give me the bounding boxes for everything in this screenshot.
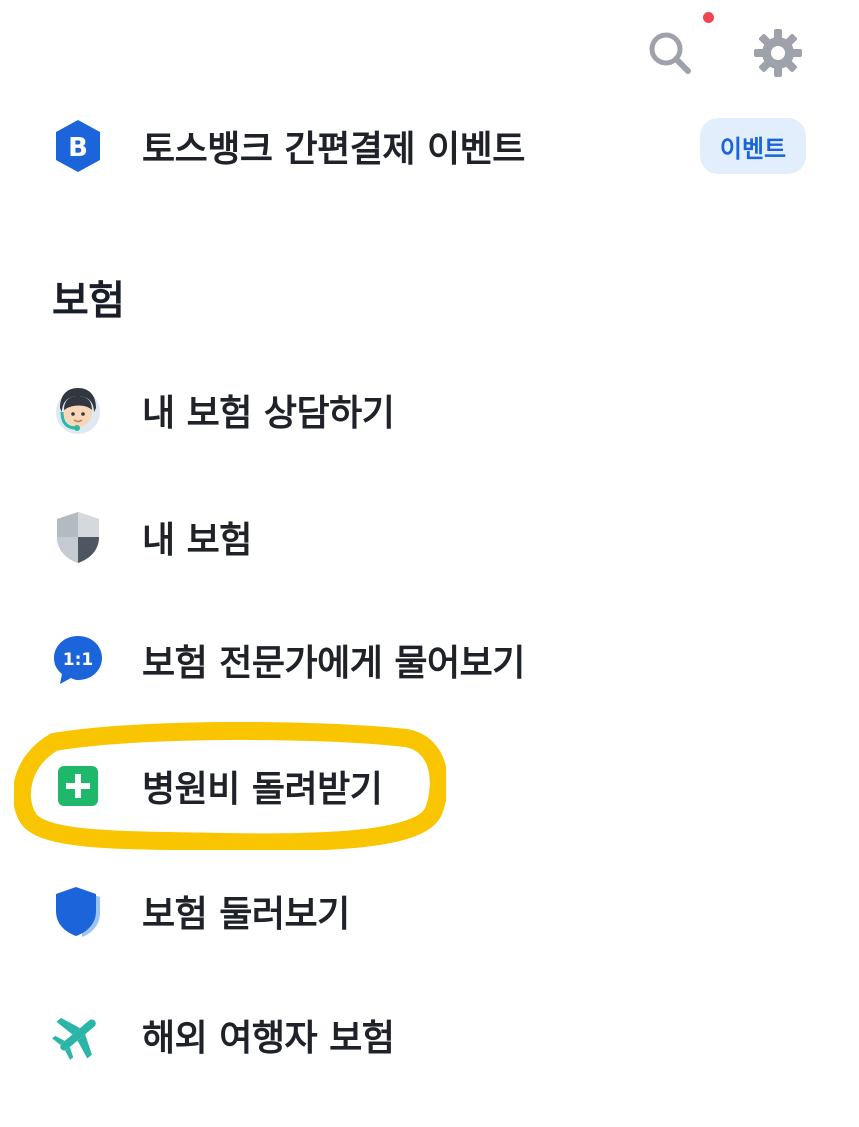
insurance-consult-label: 내 보험 상담하기: [142, 393, 395, 434]
svg-text:1:1: 1:1: [63, 650, 93, 670]
notification-dot: [703, 12, 714, 23]
ask-expert-row[interactable]: 1:1 보험 전문가에게 물어보기: [0, 610, 859, 710]
top-bar: [0, 0, 859, 110]
toss-bank-event-label: 토스뱅크 간편결제 이벤트: [142, 129, 525, 170]
settings-button[interactable]: [748, 23, 808, 83]
event-badge[interactable]: 이벤트: [700, 118, 806, 174]
consultant-avatar-icon: [50, 382, 106, 438]
gear-icon: [754, 29, 802, 77]
travel-insurance-row[interactable]: 해외 여행자 보험: [0, 985, 859, 1085]
hospital-refund-row[interactable]: 병원비 돌려받기: [0, 736, 859, 836]
blue-shield-icon: [50, 883, 106, 939]
toss-bank-event-row[interactable]: B 토스뱅크 간편결제 이벤트 이벤트: [0, 96, 859, 196]
svg-text:B: B: [68, 133, 88, 163]
section-title: 보험: [52, 278, 125, 324]
browse-insurance-label: 보험 둘러보기: [142, 894, 350, 935]
airplane-icon: [50, 1007, 106, 1063]
shield-icon: [50, 509, 106, 565]
plus-square-icon: [50, 758, 106, 814]
toss-bank-b-icon: B: [50, 118, 106, 174]
hospital-refund-label: 병원비 돌려받기: [142, 769, 383, 810]
search-button[interactable]: [640, 23, 700, 83]
chat-bubble-1on1-icon: 1:1: [50, 632, 106, 688]
browse-insurance-row[interactable]: 보험 둘러보기: [0, 861, 859, 961]
ask-expert-label: 보험 전문가에게 물어보기: [142, 643, 525, 684]
my-insurance-label: 내 보험: [142, 520, 252, 561]
insurance-consult-row[interactable]: 내 보험 상담하기: [0, 360, 859, 460]
travel-insurance-label: 해외 여행자 보험: [142, 1018, 395, 1059]
search-icon: [649, 32, 691, 74]
my-insurance-row[interactable]: 내 보험: [0, 487, 859, 587]
